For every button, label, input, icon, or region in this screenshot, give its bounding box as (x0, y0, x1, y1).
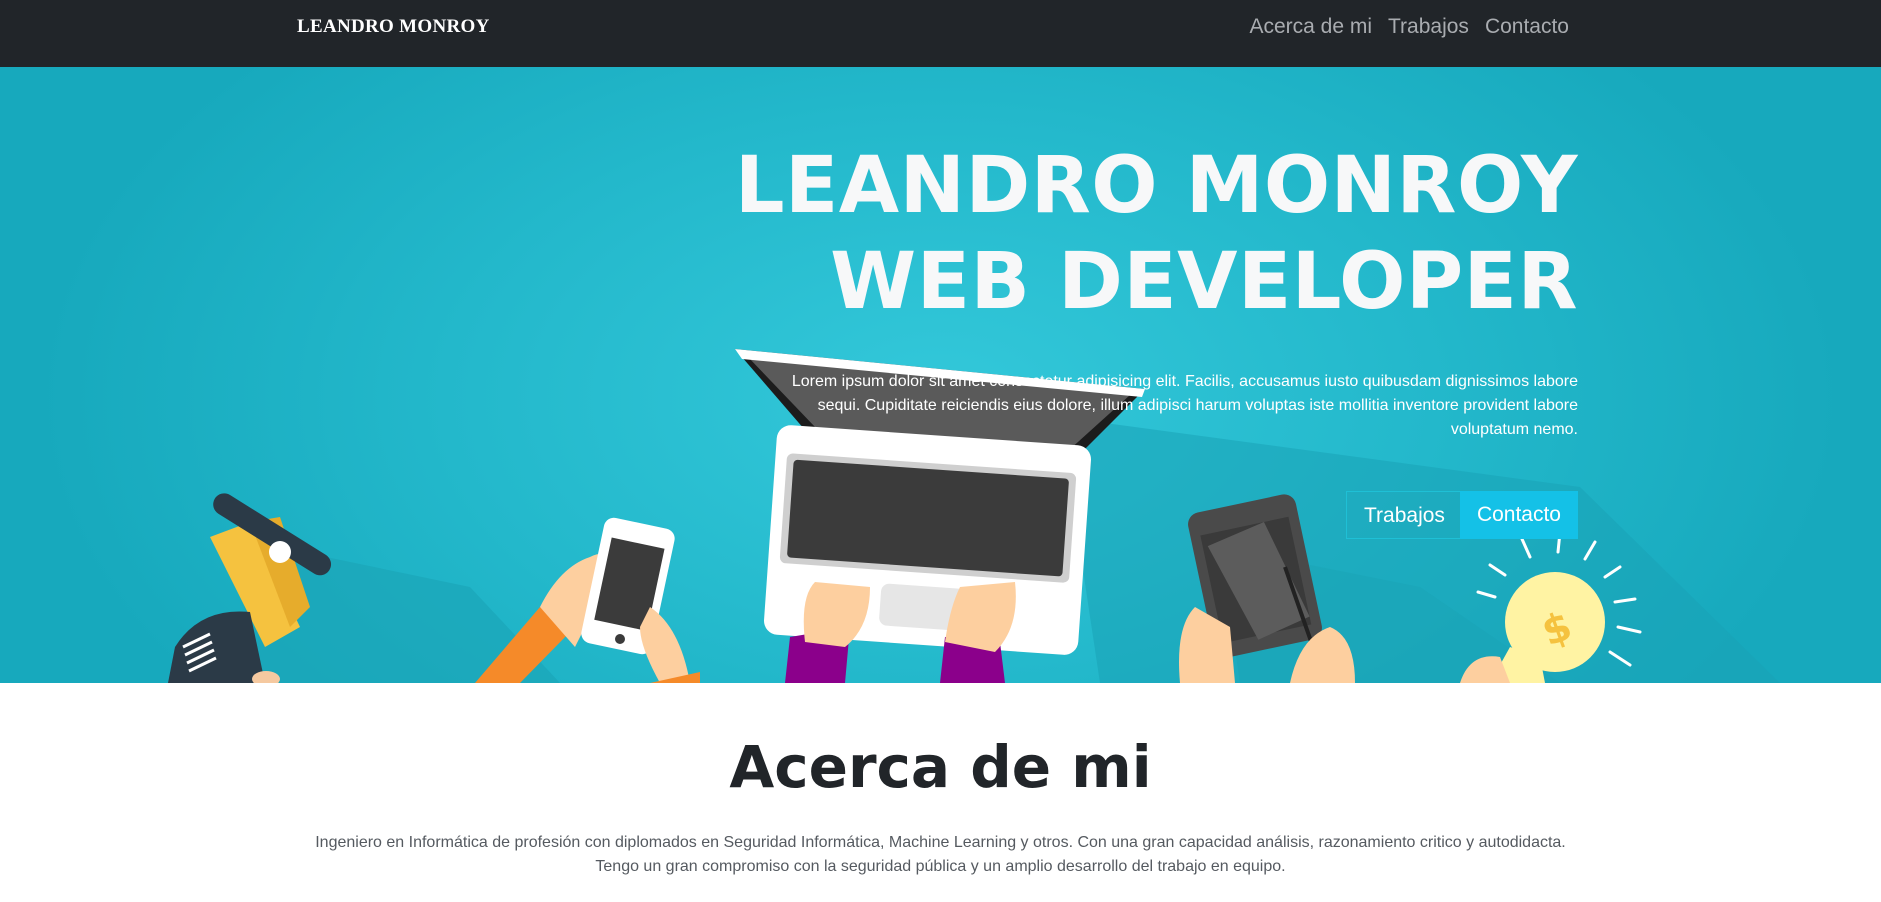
smartphone-icon (475, 517, 700, 683)
nav-link-contact[interactable]: Contacto (1485, 14, 1569, 40)
hero-title-line2: WEB DEVELOPER (830, 237, 1578, 327)
navbar: LEANDRO MONROY Acerca de mi Trabajos Con… (0, 0, 1881, 67)
hero-section: $ LEANDRO MONROY WEB DEVELOPER Lorem ips… (0, 67, 1881, 683)
hero-title-line1: LEANDRO MONROY (734, 141, 1578, 231)
nav-link-works[interactable]: Trabajos (1388, 14, 1469, 40)
hero-buttons: Trabajos Contacto (1346, 491, 1578, 539)
works-button[interactable]: Trabajos (1346, 491, 1463, 539)
hero-description: Lorem ipsum dolor sit amet consectetur a… (791, 373, 1578, 438)
nav-link-about[interactable]: Acerca de mi (1249, 14, 1372, 40)
about-title: Acerca de mi (729, 733, 1152, 801)
nav-links: Acerca de mi Trabajos Contacto (1249, 14, 1569, 40)
hero-title: LEANDRO MONROY WEB DEVELOPER (735, 138, 1578, 330)
about-text-line1: Ingeniero en Informática de profesión co… (315, 834, 1566, 851)
brand-logo[interactable]: LEANDRO MONROY (297, 16, 490, 38)
about-text-line2: Tengo un gran compromiso con la segurida… (595, 858, 1286, 875)
about-description: Ingeniero en Informática de profesión co… (260, 831, 1621, 879)
contact-button[interactable]: Contacto (1459, 491, 1578, 539)
